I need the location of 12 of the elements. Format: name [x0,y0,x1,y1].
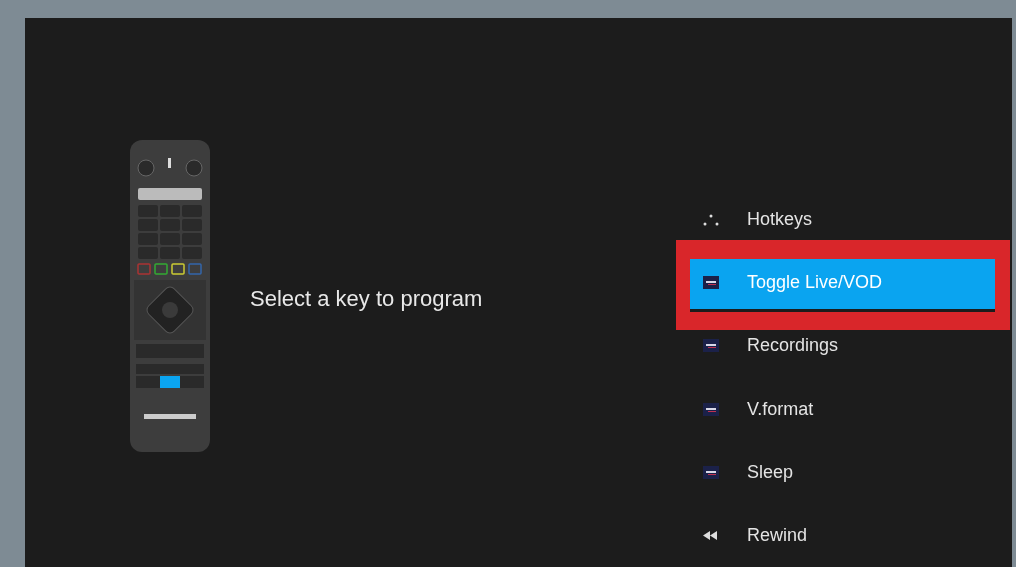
app-logo-icon [703,465,719,479]
instruction-text: Select a key to program [250,285,483,313]
menu-item[interactable]: Rewind [690,508,995,562]
app-logo-icon [703,276,719,290]
app-logo-icon [703,402,719,416]
menu-item[interactable]: Sleep [690,445,995,499]
app-logo-icon [703,339,719,353]
menu-item[interactable]: Hotkeys [690,193,995,247]
menu-item[interactable]: Recordings [690,319,995,373]
menu-item[interactable]: V.format [690,382,995,436]
rewind-icon [703,530,717,540]
dots-icon [703,213,719,226]
